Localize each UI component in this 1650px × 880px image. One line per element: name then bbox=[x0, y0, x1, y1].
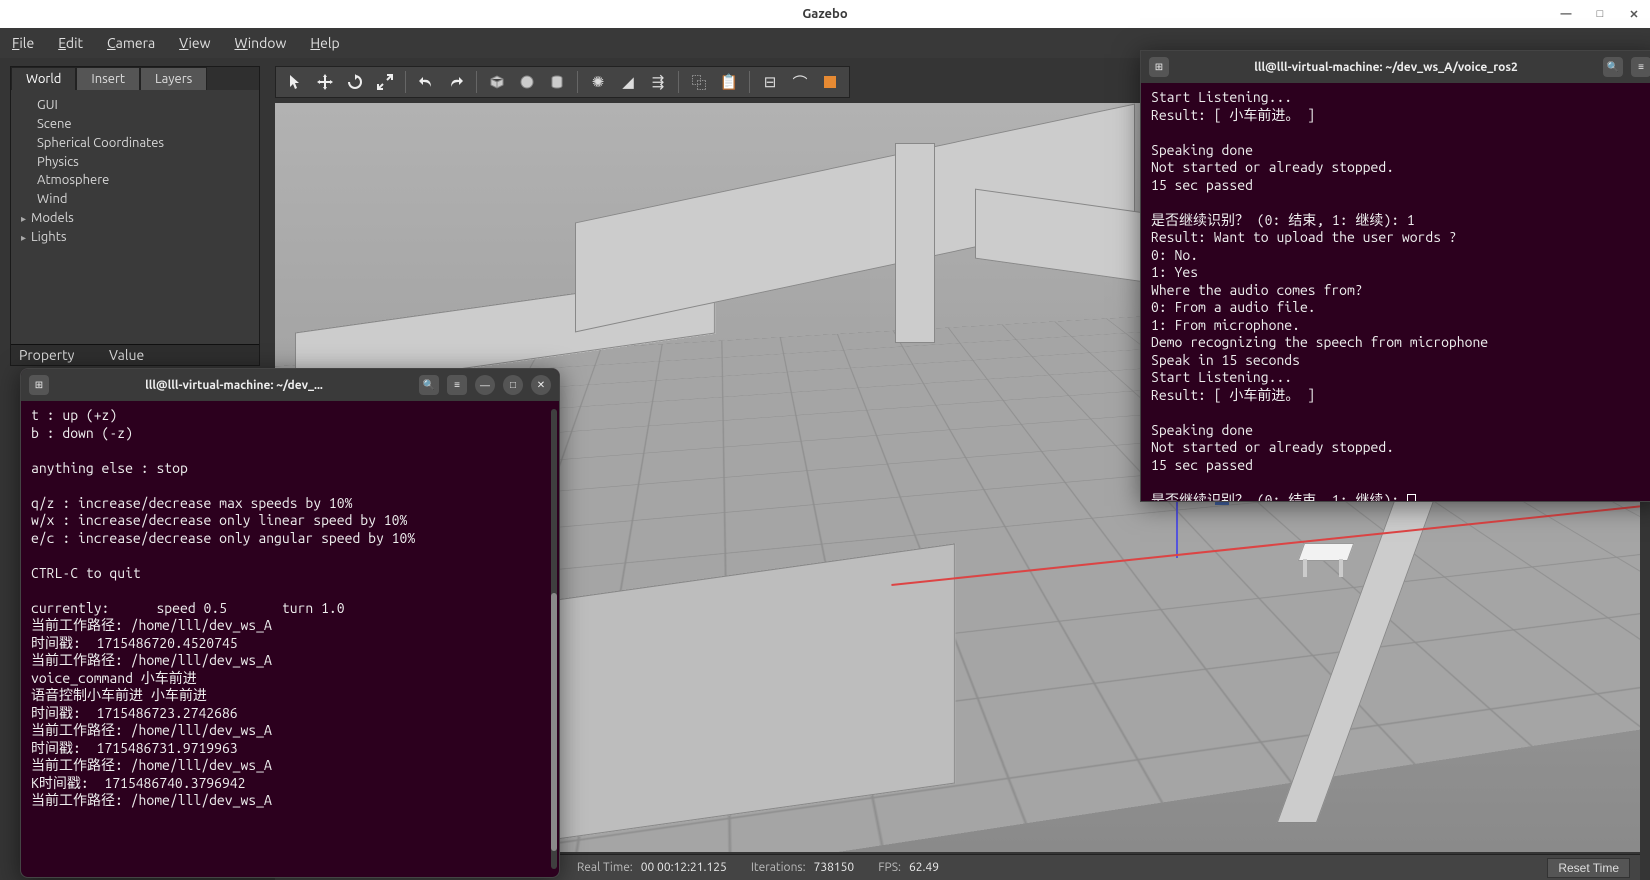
cursor bbox=[1407, 494, 1416, 502]
record-icon[interactable] bbox=[817, 69, 843, 95]
tree-models[interactable]: Models bbox=[21, 209, 249, 228]
real-val: 00 00:12:21.125 bbox=[641, 861, 727, 874]
menu-window[interactable]: Window bbox=[234, 35, 286, 51]
close-icon[interactable]: ✕ bbox=[531, 375, 551, 395]
cube-icon[interactable] bbox=[484, 69, 510, 95]
point-light-icon[interactable]: ✺ bbox=[585, 69, 611, 95]
tree-gui[interactable]: GUI bbox=[21, 96, 249, 115]
menu-camera[interactable]: Camera bbox=[107, 35, 155, 51]
scale-icon[interactable] bbox=[372, 69, 398, 95]
menu-edit[interactable]: Edit bbox=[58, 35, 83, 51]
tab-layers[interactable]: Layers bbox=[140, 67, 207, 90]
minimize-button[interactable]: — bbox=[1558, 6, 1574, 22]
iter-label: Iterations: bbox=[751, 861, 806, 874]
fps-label: FPS: bbox=[878, 861, 901, 874]
tree-spherical[interactable]: Spherical Coordinates bbox=[21, 134, 249, 153]
terminal-2-output[interactable]: Start Listening... Result: [ 小车前进。 ] Spe… bbox=[1141, 83, 1650, 502]
property-header: Property Value bbox=[11, 344, 259, 365]
search-icon[interactable]: 🔍 bbox=[1603, 57, 1623, 77]
tab-insert[interactable]: Insert bbox=[76, 67, 140, 90]
maximize-icon[interactable]: □ bbox=[503, 375, 523, 395]
paste-icon[interactable]: 📋 bbox=[716, 69, 742, 95]
terminal-1-output[interactable]: t : up (+z) b : down (-z) anything else … bbox=[21, 401, 559, 816]
property-col: Property bbox=[19, 347, 109, 363]
rotate-icon[interactable] bbox=[342, 69, 368, 95]
wall bbox=[895, 143, 935, 343]
translate-icon[interactable] bbox=[312, 69, 338, 95]
reset-time-button[interactable]: Reset Time bbox=[1547, 858, 1630, 878]
dir-light-icon[interactable]: ⇶ bbox=[645, 69, 671, 95]
terminal-2-title: lll@lll-virtual-machine: ~/dev_ws_A/voic… bbox=[1177, 61, 1595, 74]
scrollbar[interactable] bbox=[551, 409, 557, 869]
sphere-icon[interactable] bbox=[514, 69, 540, 95]
left-panel: World Insert Layers GUI Scene Spherical … bbox=[10, 66, 260, 366]
table-model bbox=[1301, 543, 1351, 578]
new-tab-icon[interactable]: ⊞ bbox=[29, 375, 49, 395]
tree-atmosphere[interactable]: Atmosphere bbox=[21, 171, 249, 190]
fps-val: 62.49 bbox=[909, 861, 939, 874]
iter-val: 738150 bbox=[814, 861, 855, 874]
new-tab-icon[interactable]: ⊞ bbox=[1149, 57, 1169, 77]
menu-file[interactable]: FFileile bbox=[12, 35, 34, 51]
terminal-2[interactable]: ⊞ lll@lll-virtual-machine: ~/dev_ws_A/vo… bbox=[1140, 50, 1650, 502]
maximize-button[interactable]: □ bbox=[1592, 6, 1608, 22]
snap-icon[interactable]: ⌒ bbox=[787, 69, 813, 95]
search-icon[interactable]: 🔍 bbox=[419, 375, 439, 395]
undo-icon[interactable] bbox=[413, 69, 439, 95]
tree-wind[interactable]: Wind bbox=[21, 190, 249, 209]
minimize-icon[interactable]: — bbox=[475, 375, 495, 395]
redo-icon[interactable] bbox=[443, 69, 469, 95]
spot-light-icon[interactable]: ◢ bbox=[615, 69, 641, 95]
terminal-1[interactable]: ⊞ lll@lll-virtual-machine: ~/dev_... 🔍 ≡… bbox=[20, 368, 560, 878]
real-label: Real Time: bbox=[577, 861, 633, 874]
app-title: Gazebo bbox=[802, 7, 847, 21]
menu-view[interactable]: View bbox=[179, 35, 210, 51]
cylinder-icon[interactable] bbox=[544, 69, 570, 95]
menu-icon[interactable]: ≡ bbox=[1631, 57, 1650, 77]
value-col: Value bbox=[109, 347, 144, 363]
close-button[interactable]: ✕ bbox=[1626, 6, 1642, 22]
tree-scene[interactable]: Scene bbox=[21, 115, 249, 134]
copy-icon[interactable]: ⿻ bbox=[686, 69, 712, 95]
align-icon[interactable]: ⊟ bbox=[757, 69, 783, 95]
toolbar: ✺ ◢ ⇶ ⿻ 📋 ⊟ ⌒ bbox=[275, 66, 850, 98]
app-titlebar: Gazebo — □ ✕ bbox=[0, 0, 1650, 28]
menu-icon[interactable]: ≡ bbox=[447, 375, 467, 395]
terminal-1-title: lll@lll-virtual-machine: ~/dev_... bbox=[57, 379, 411, 392]
pointer-icon[interactable] bbox=[282, 69, 308, 95]
tree-lights[interactable]: Lights bbox=[21, 228, 249, 247]
menu-help[interactable]: Help bbox=[310, 35, 339, 51]
tab-world[interactable]: World bbox=[11, 67, 76, 90]
tree-physics[interactable]: Physics bbox=[21, 153, 249, 172]
world-tree[interactable]: GUI Scene Spherical Coordinates Physics … bbox=[11, 90, 259, 344]
